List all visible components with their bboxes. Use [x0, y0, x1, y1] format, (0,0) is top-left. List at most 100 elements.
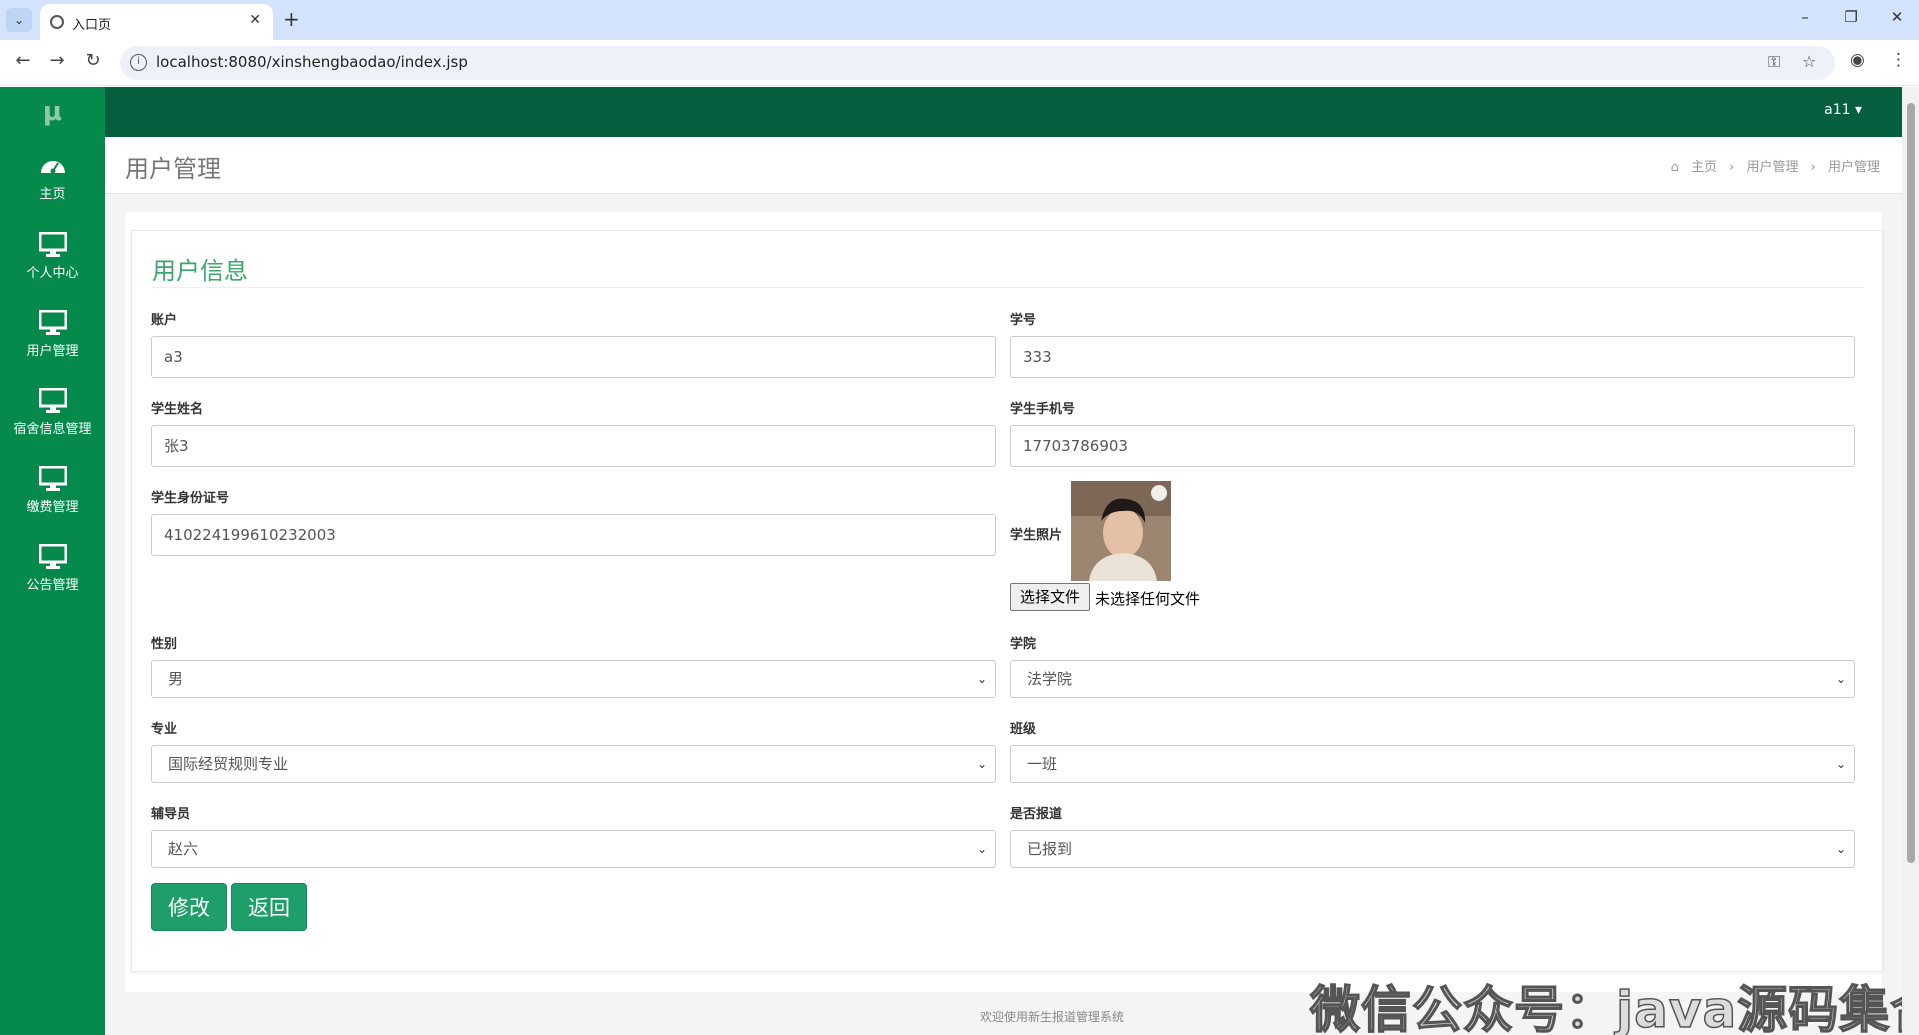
- site-info-icon[interactable]: i: [130, 54, 147, 71]
- profile-icon[interactable]: ◉: [1850, 50, 1865, 70]
- breadcrumb-user-management[interactable]: 用户管理: [1746, 160, 1798, 175]
- sidebar-item-label: 个人中心: [26, 266, 79, 281]
- name-label: 学生姓名: [151, 402, 204, 417]
- back-icon[interactable]: ←: [10, 50, 36, 71]
- chevron-down-icon: ⌄: [976, 757, 987, 771]
- student-no-label: 学号: [1010, 313, 1037, 328]
- tab-search-chevron-icon[interactable]: ⌄: [6, 8, 32, 32]
- class-value: 一班: [1027, 755, 1058, 773]
- breadcrumb-home[interactable]: 主页: [1691, 160, 1717, 175]
- menu-dots-icon[interactable]: ⋮: [1890, 50, 1907, 70]
- tab-close-icon[interactable]: ✕: [249, 12, 261, 28]
- sidebar-item-personal-center[interactable]: 个人中心: [0, 224, 105, 294]
- gender-label: 性别: [151, 637, 178, 652]
- logo: μ: [42, 97, 63, 127]
- window-close-icon[interactable]: ✕: [1882, 8, 1912, 26]
- reload-icon[interactable]: ↻: [80, 50, 106, 71]
- counselor-label: 辅导员: [151, 807, 191, 822]
- footer-text: 欢迎使用新生报道管理系统: [980, 1010, 1125, 1024]
- home-icon: ⌂: [1670, 160, 1679, 175]
- breadcrumb: ⌂ 主页 › 用户管理 › 用户管理: [1667, 156, 1884, 175]
- breadcrumb-current: 用户管理: [1827, 160, 1880, 175]
- sidebar-item-label: 主页: [39, 187, 66, 202]
- choose-file-button[interactable]: 选择文件: [1010, 583, 1090, 611]
- counselor-value: 赵六: [168, 840, 199, 858]
- sidebar-item-label: 缴费管理: [26, 500, 79, 515]
- monitor-icon: [38, 544, 67, 569]
- reported-label: 是否报道: [1010, 807, 1063, 822]
- globe-icon: [50, 15, 64, 29]
- sidebar: μ 主页 个人中心 用户管理 宿舍信息管理 缴费管理 公告管理: [0, 87, 105, 1035]
- content-panel: 用户信息: [125, 212, 1883, 992]
- restore-icon[interactable]: ❐: [1836, 8, 1866, 26]
- gender-select[interactable]: 男 ⌄: [151, 660, 996, 698]
- url-text: localhost:8080/xinshengbaodao/index.jsp: [156, 53, 468, 71]
- watermark: 微信公众号：java源码集合: [1309, 980, 1919, 1035]
- scrollbar-thumb[interactable]: [1907, 103, 1915, 863]
- gender-value: 男: [168, 670, 184, 688]
- reported-select[interactable]: 已报到 ⌄: [1010, 830, 1855, 868]
- key-icon[interactable]: ⚿: [1768, 52, 1780, 72]
- browser-tab[interactable]: 入口页 ✕: [40, 4, 273, 40]
- chevron-down-icon: ⌄: [976, 672, 987, 686]
- page-header: 用户管理 ⌂ 主页 › 用户管理 › 用户管理: [105, 137, 1902, 194]
- monitor-icon: [38, 232, 67, 257]
- college-value: 法学院: [1027, 670, 1073, 688]
- student-photo-image: [1071, 481, 1171, 581]
- sidebar-item-home[interactable]: 主页: [0, 145, 105, 215]
- sidebar-item-notice-management[interactable]: 公告管理: [0, 536, 105, 606]
- sidebar-item-label: 公告管理: [26, 578, 79, 593]
- class-select[interactable]: 一班 ⌄: [1010, 745, 1855, 783]
- chevron-down-icon: ⌄: [1835, 757, 1846, 771]
- chevron-down-icon: ⌄: [1835, 672, 1846, 686]
- account-input[interactable]: a3: [151, 336, 996, 378]
- sidebar-item-user-management[interactable]: 用户管理: [0, 302, 105, 372]
- account-label: 账户: [151, 313, 178, 328]
- content-area: 用户信息: [105, 194, 1902, 1035]
- dashboard-icon: [40, 161, 65, 174]
- divider: [152, 287, 1864, 288]
- counselor-select[interactable]: 赵六 ⌄: [151, 830, 996, 868]
- college-select[interactable]: 法学院 ⌄: [1010, 660, 1855, 698]
- back-button[interactable]: 返回: [231, 883, 307, 931]
- breadcrumb-separator-icon: ›: [1810, 160, 1816, 175]
- monitor-icon: [38, 466, 67, 491]
- sidebar-item-label: 宿舍信息管理: [13, 422, 92, 437]
- file-status-text: 未选择任何文件: [1095, 590, 1201, 608]
- form-title: 用户信息: [152, 257, 248, 285]
- modify-button[interactable]: 修改: [151, 883, 227, 931]
- student-photo: [1071, 481, 1171, 581]
- sidebar-item-label: 用户管理: [26, 344, 79, 359]
- monitor-icon: [38, 388, 67, 413]
- forward-icon[interactable]: →: [44, 50, 70, 71]
- minimize-icon[interactable]: –: [1790, 8, 1820, 26]
- id-card-input[interactable]: 410224199610232003: [151, 514, 996, 556]
- student-no-input[interactable]: 333: [1010, 336, 1855, 378]
- sidebar-item-payment-management[interactable]: 缴费管理: [0, 458, 105, 528]
- address-bar[interactable]: i localhost:8080/xinshengbaodao/index.js…: [120, 46, 1835, 80]
- monitor-icon: [38, 310, 67, 335]
- breadcrumb-separator-icon: ›: [1729, 160, 1735, 175]
- major-select[interactable]: 国际经贸规则专业 ⌄: [151, 745, 996, 783]
- phone-label: 学生手机号: [1010, 402, 1076, 417]
- chevron-down-icon: ⌄: [1835, 842, 1846, 856]
- tab-title: 入口页: [72, 18, 112, 33]
- class-label: 班级: [1010, 722, 1037, 737]
- reported-value: 已报到: [1027, 840, 1073, 858]
- browser-tabstrip: ⌄ 入口页 ✕ + – ❐ ✕: [0, 0, 1919, 40]
- id-card-label: 学生身份证号: [151, 491, 230, 506]
- browser-toolbar: ← → ↻ i localhost:8080/xinshengbaodao/in…: [0, 40, 1919, 86]
- new-tab-icon[interactable]: +: [283, 7, 300, 31]
- sidebar-item-dorm-management[interactable]: 宿舍信息管理: [0, 380, 105, 450]
- user-dropdown[interactable]: a11 ▾: [1824, 102, 1862, 118]
- name-input[interactable]: 张3: [151, 425, 996, 467]
- chevron-down-icon: ⌄: [976, 842, 987, 856]
- scrollbar[interactable]: [1902, 87, 1919, 1035]
- phone-input[interactable]: 17703786903: [1010, 425, 1855, 467]
- bookmark-star-icon[interactable]: ☆: [1802, 52, 1816, 71]
- major-value: 国际经贸规则专业: [168, 755, 289, 773]
- top-navbar: a11 ▾: [105, 87, 1902, 137]
- college-label: 学院: [1010, 637, 1037, 652]
- major-label: 专业: [151, 722, 178, 737]
- photo-label: 学生照片: [1010, 528, 1063, 543]
